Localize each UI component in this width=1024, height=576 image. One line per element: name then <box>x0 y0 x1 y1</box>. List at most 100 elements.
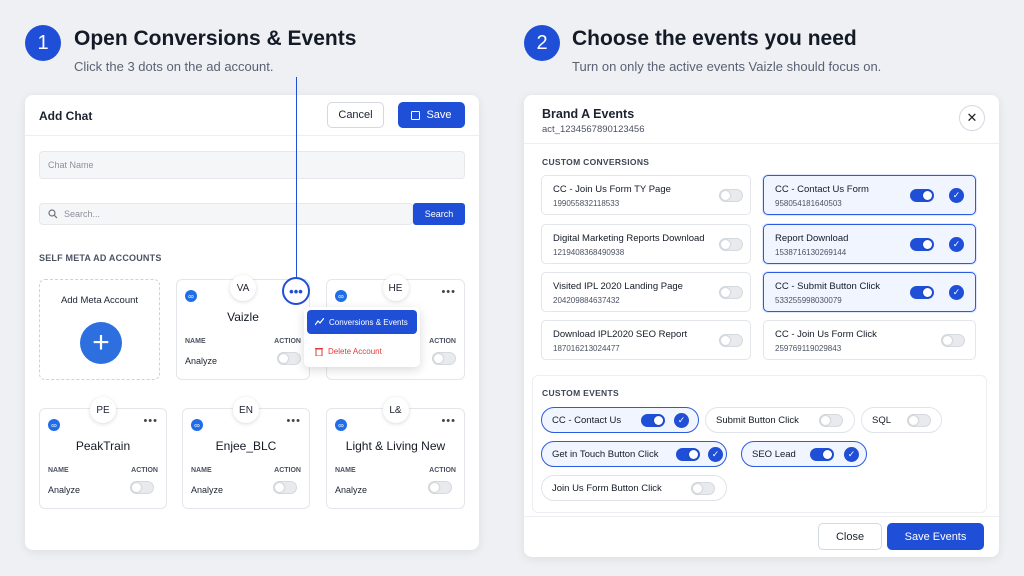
account-toggle[interactable] <box>432 352 456 365</box>
conversion-toggle[interactable] <box>910 286 934 299</box>
trash-icon <box>315 347 323 356</box>
account-card-light-living[interactable]: ∞ L& ••• Light & Living New NAME ACTION … <box>326 397 465 509</box>
panel-title: Add Chat <box>39 109 93 123</box>
conversion-item[interactable]: CC - Join Us Form TY Page 19905583211853… <box>541 175 751 215</box>
meta-icon: ∞ <box>185 290 197 302</box>
account-card-enjee[interactable]: ∞ EN ••• Enjee_BLC NAME ACTION Analyze <box>182 397 310 509</box>
menu-label: Delete Account <box>328 346 382 356</box>
chart-icon <box>315 318 324 326</box>
conversion-name: CC - Join Us Form Click <box>775 329 877 340</box>
menu-item-conversions[interactable]: Conversions & Events <box>307 310 417 334</box>
event-name: Submit Button Click <box>716 414 799 426</box>
event-toggle[interactable] <box>810 448 834 461</box>
avatar: PE <box>90 397 116 423</box>
search-icon <box>48 209 58 219</box>
event-toggle[interactable] <box>691 482 715 495</box>
conversion-item[interactable]: Visited IPL 2020 Landing Page 2042098846… <box>541 272 751 312</box>
close-icon[interactable]: ✕ <box>959 105 985 131</box>
add-chat-panel: Add Chat Cancel Save Chat Name Search...… <box>25 77 479 550</box>
more-options-icon[interactable]: ••• <box>441 415 456 427</box>
more-options-icon[interactable]: ••• <box>286 415 301 427</box>
conversion-toggle[interactable] <box>719 334 743 347</box>
more-options-icon[interactable]: ••• <box>143 415 158 427</box>
step-1-badge: 1 <box>25 25 61 61</box>
search-input[interactable]: Search... <box>39 203 413 225</box>
conversion-name: Report Download <box>775 233 849 244</box>
conversion-id: 199055832118533 <box>553 199 620 208</box>
conversion-id: 204209884637432 <box>553 296 620 305</box>
event-chip[interactable]: SEO Lead ✓ <box>741 441 867 467</box>
conversion-item[interactable]: Download IPL2020 SEO Report 187016213024… <box>541 320 751 360</box>
conversion-item[interactable]: CC - Join Us Form Click 259769119029843 <box>763 320 976 360</box>
account-toggle[interactable] <box>130 481 154 494</box>
event-chip[interactable]: CC - Contact Us ✓ <box>541 407 699 433</box>
search-button[interactable]: Search <box>413 203 465 225</box>
account-value: Analyze <box>185 356 218 366</box>
more-options-button[interactable]: ••• <box>282 277 310 305</box>
conversions-section-label: CUSTOM CONVERSIONS <box>542 157 650 167</box>
conversion-item[interactable]: CC - Contact Us Form 958054181640503 ✓ <box>763 175 976 215</box>
event-chip[interactable]: SQL <box>861 407 942 433</box>
conversion-toggle[interactable] <box>910 189 934 202</box>
event-name: Join Us Form Button Click <box>552 482 662 494</box>
check-icon: ✓ <box>844 447 859 462</box>
account-name: Vaizle <box>227 310 259 324</box>
conversion-item[interactable]: CC - Submit Button Click 533255998030079… <box>763 272 976 312</box>
account-toggle[interactable] <box>277 352 301 365</box>
event-chip[interactable]: Submit Button Click <box>705 407 855 433</box>
event-toggle[interactable] <box>819 414 843 427</box>
conversion-toggle[interactable] <box>910 238 934 251</box>
add-account-label: Add Meta Account <box>60 295 139 306</box>
account-value: Analyze <box>335 485 368 495</box>
event-chip[interactable]: Join Us Form Button Click <box>541 475 727 501</box>
step-2-title: Choose the events you need <box>572 27 857 50</box>
conversion-toggle[interactable] <box>719 238 743 251</box>
conversion-item[interactable]: Digital Marketing Reports Download 12194… <box>541 224 751 264</box>
event-chip[interactable]: Get in Touch Button Click ✓ <box>541 441 727 467</box>
avatar: VA <box>230 275 256 301</box>
brand-events-panel: Brand A Events act_1234567890123456 ✕ CU… <box>524 95 999 557</box>
check-icon: ✓ <box>949 285 964 300</box>
conversion-id: 1538716130269144 <box>775 248 847 257</box>
conversion-id: 958054181640503 <box>775 199 842 208</box>
conversion-item[interactable]: Report Download 1538716130269144 ✓ <box>763 224 976 264</box>
meta-icon: ∞ <box>335 419 347 431</box>
add-meta-account-card[interactable]: Add Meta Account + <box>39 279 160 380</box>
conversion-toggle[interactable] <box>719 286 743 299</box>
chat-name-field[interactable]: Chat Name <box>39 151 465 179</box>
close-button[interactable]: Close <box>818 523 882 550</box>
conversion-name: Download IPL2020 SEO Report <box>553 329 688 340</box>
account-id: act_1234567890123456 <box>542 124 645 135</box>
pointer-line <box>296 77 297 277</box>
conversion-id: 187016213024477 <box>553 344 620 353</box>
account-toggle[interactable] <box>273 481 297 494</box>
menu-item-delete[interactable]: Delete Account <box>307 340 417 362</box>
event-toggle[interactable] <box>907 414 931 427</box>
account-card-peaktrain[interactable]: ∞ PE ••• PeakTrain NAME ACTION Analyze <box>39 397 167 509</box>
event-name: CC - Contact Us <box>552 414 622 426</box>
save-events-button[interactable]: Save Events <box>887 523 984 550</box>
avatar: L& <box>382 397 409 423</box>
cancel-button[interactable]: Cancel <box>327 102 384 128</box>
step-2-subtitle: Turn on only the active events Vaizle sh… <box>572 59 882 74</box>
save-button[interactable]: Save <box>398 102 465 128</box>
conversion-id: 259769119029843 <box>775 344 842 353</box>
account-toggle[interactable] <box>428 481 452 494</box>
divider <box>25 135 479 136</box>
conversion-toggle[interactable] <box>719 189 743 202</box>
plus-icon[interactable]: + <box>80 322 122 364</box>
meta-icon: ∞ <box>335 290 347 302</box>
event-name: SQL <box>872 414 892 426</box>
account-name: Enjee_BLC <box>215 439 277 453</box>
check-icon: ✓ <box>949 188 964 203</box>
action-header: ACTION <box>274 338 301 345</box>
event-toggle[interactable] <box>676 448 700 461</box>
divider <box>524 516 999 517</box>
name-header: NAME <box>335 467 356 474</box>
conversion-toggle[interactable] <box>941 334 965 347</box>
action-header: ACTION <box>274 467 301 474</box>
more-options-icon[interactable]: ••• <box>441 286 456 298</box>
avatar: EN <box>233 397 259 423</box>
avatar: HE <box>382 275 409 301</box>
event-toggle[interactable] <box>641 414 665 427</box>
